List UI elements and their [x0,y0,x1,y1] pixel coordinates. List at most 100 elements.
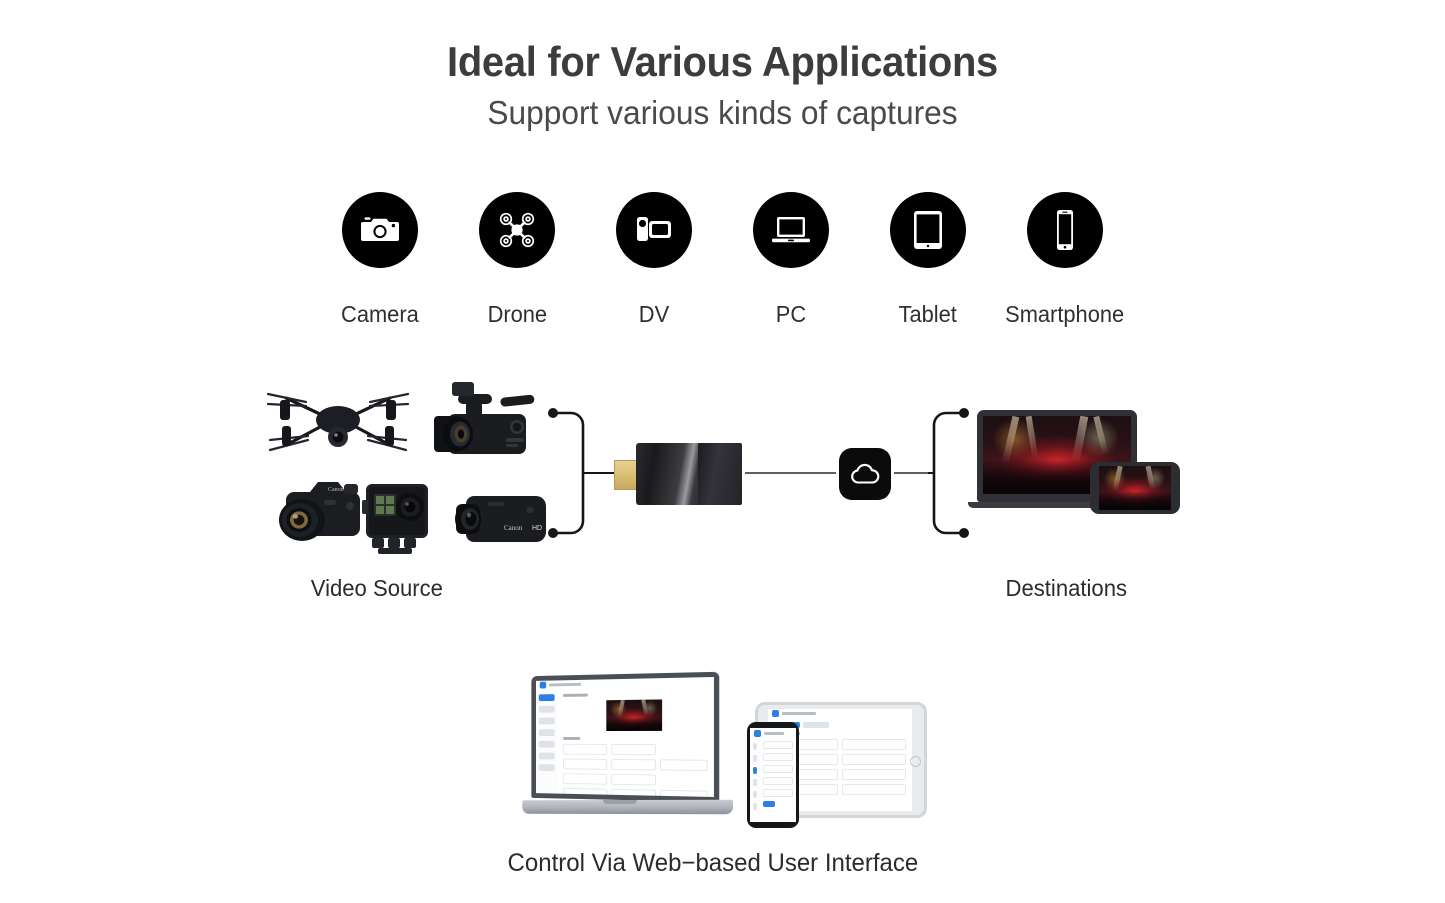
concert-scene [605,699,662,732]
source-type-label: PC [775,301,807,327]
form-field[interactable] [563,744,608,756]
concert-scene [1099,466,1171,510]
source-type-label: Smartphone [1005,301,1125,327]
phone-form-body [760,738,796,822]
source-type-label: DV [638,301,670,327]
phone-notch [764,724,782,727]
destinations-caption: Destinations [1005,575,1128,601]
laptop-main-panel [557,686,714,798]
sidebar-item[interactable] [753,791,758,799]
laptop-icon [753,192,829,268]
smartphone-icon [1027,192,1103,268]
form-row [563,758,708,772]
form-field[interactable] [842,784,906,796]
source-type-icon-row: Camera Drone DV PC Tablet Smartphone [0,192,1445,328]
ui-laptop [517,671,734,824]
destination-device-cluster [965,410,1180,525]
sidebar-item[interactable] [753,755,758,763]
source-type-tablet: Tablet [860,192,997,328]
form-field[interactable] [763,765,793,774]
source-type-label: Drone [487,301,547,327]
submit-button[interactable] [763,801,776,808]
form-field[interactable] [611,759,657,771]
form-field[interactable] [842,754,906,766]
source-type-dv: DV [586,192,723,328]
source-type-label: Tablet [898,301,958,327]
tab-inactive[interactable] [803,722,829,729]
encoder-body [636,443,742,505]
destination-smartphone [1090,462,1180,514]
form-field[interactable] [660,790,708,798]
handheld-camcorder-photo: Canon HD [455,496,546,542]
form-field[interactable] [763,777,793,786]
form-field[interactable] [611,789,657,798]
sidebar-item[interactable] [538,764,555,772]
page-subtitle: Support various kinds of captures [487,94,958,131]
app-title-bar [782,711,816,715]
sidebar-item[interactable] [538,752,555,760]
form-field[interactable] [763,789,793,798]
video-preview-thumbnail[interactable] [605,699,662,732]
sidebar-item[interactable] [538,741,555,748]
svg-text:Canon: Canon [504,524,523,532]
ui-smartphone [747,722,799,828]
app-title-bar [764,731,784,735]
web-ui-caption: Control Via Web−based User Interface [507,849,919,877]
form-field[interactable] [842,769,906,781]
dslr-camera-photo: Canon [279,482,360,541]
form-field[interactable] [763,741,793,750]
source-type-smartphone: Smartphone [997,192,1134,328]
action-camera-photo [362,484,428,554]
camera-icon [342,192,418,268]
camcorder-icon [616,192,692,268]
laptop-lid [531,671,720,803]
laptop-screen-content [535,676,714,798]
sidebar-item[interactable] [753,803,758,811]
phone-screen-content [1099,466,1171,510]
video-source-device-cluster: Canon Canon HD [258,372,548,554]
form-field[interactable] [563,788,608,798]
laptop-trackpad-notch [602,800,637,804]
professional-camcorder-photo [434,382,535,454]
web-ui-device-scene [497,666,937,836]
tablet-home-button[interactable] [910,756,921,767]
hdmi-encoder-dongle [614,443,742,505]
form-field[interactable] [611,774,657,786]
sidebar-item-active[interactable] [753,767,758,775]
svg-text:Canon: Canon [328,487,344,493]
app-logo-icon [539,681,547,689]
sidebar-item[interactable] [753,779,758,787]
app-logo-icon [772,709,779,717]
sidebar-item[interactable] [538,706,555,714]
form-row [563,773,707,786]
page-title: Ideal for Various Applications [447,38,998,85]
source-type-camera: Camera [312,192,449,328]
panel-heading-bar [563,693,589,698]
sidebar-item[interactable] [753,743,758,751]
video-source-caption: Video Source [310,575,443,601]
hdmi-connector [614,460,638,490]
sidebar-item[interactable] [538,729,555,737]
form-row [563,744,707,756]
form-field[interactable] [563,758,608,771]
app-title-bar [549,682,582,687]
form-row [563,788,708,798]
form-field[interactable] [563,773,608,785]
sidebar-item-active[interactable] [538,694,555,702]
app-logo-icon [754,729,761,737]
source-type-label: Camera [341,301,419,327]
source-type-drone: Drone [449,192,586,328]
drone-photo [266,392,410,452]
form-field[interactable] [842,739,906,751]
source-type-pc: PC [723,192,860,328]
phone-screen-content [750,728,796,822]
form-field[interactable] [763,753,793,762]
form-field[interactable] [611,744,657,756]
laptop-sidebar [535,689,559,794]
svg-text:HD: HD [532,525,542,532]
sidebar-item[interactable] [538,717,555,725]
cloud-icon [839,448,891,500]
drone-icon [479,192,555,268]
form-field[interactable] [660,759,708,772]
tablet-icon [890,192,966,268]
